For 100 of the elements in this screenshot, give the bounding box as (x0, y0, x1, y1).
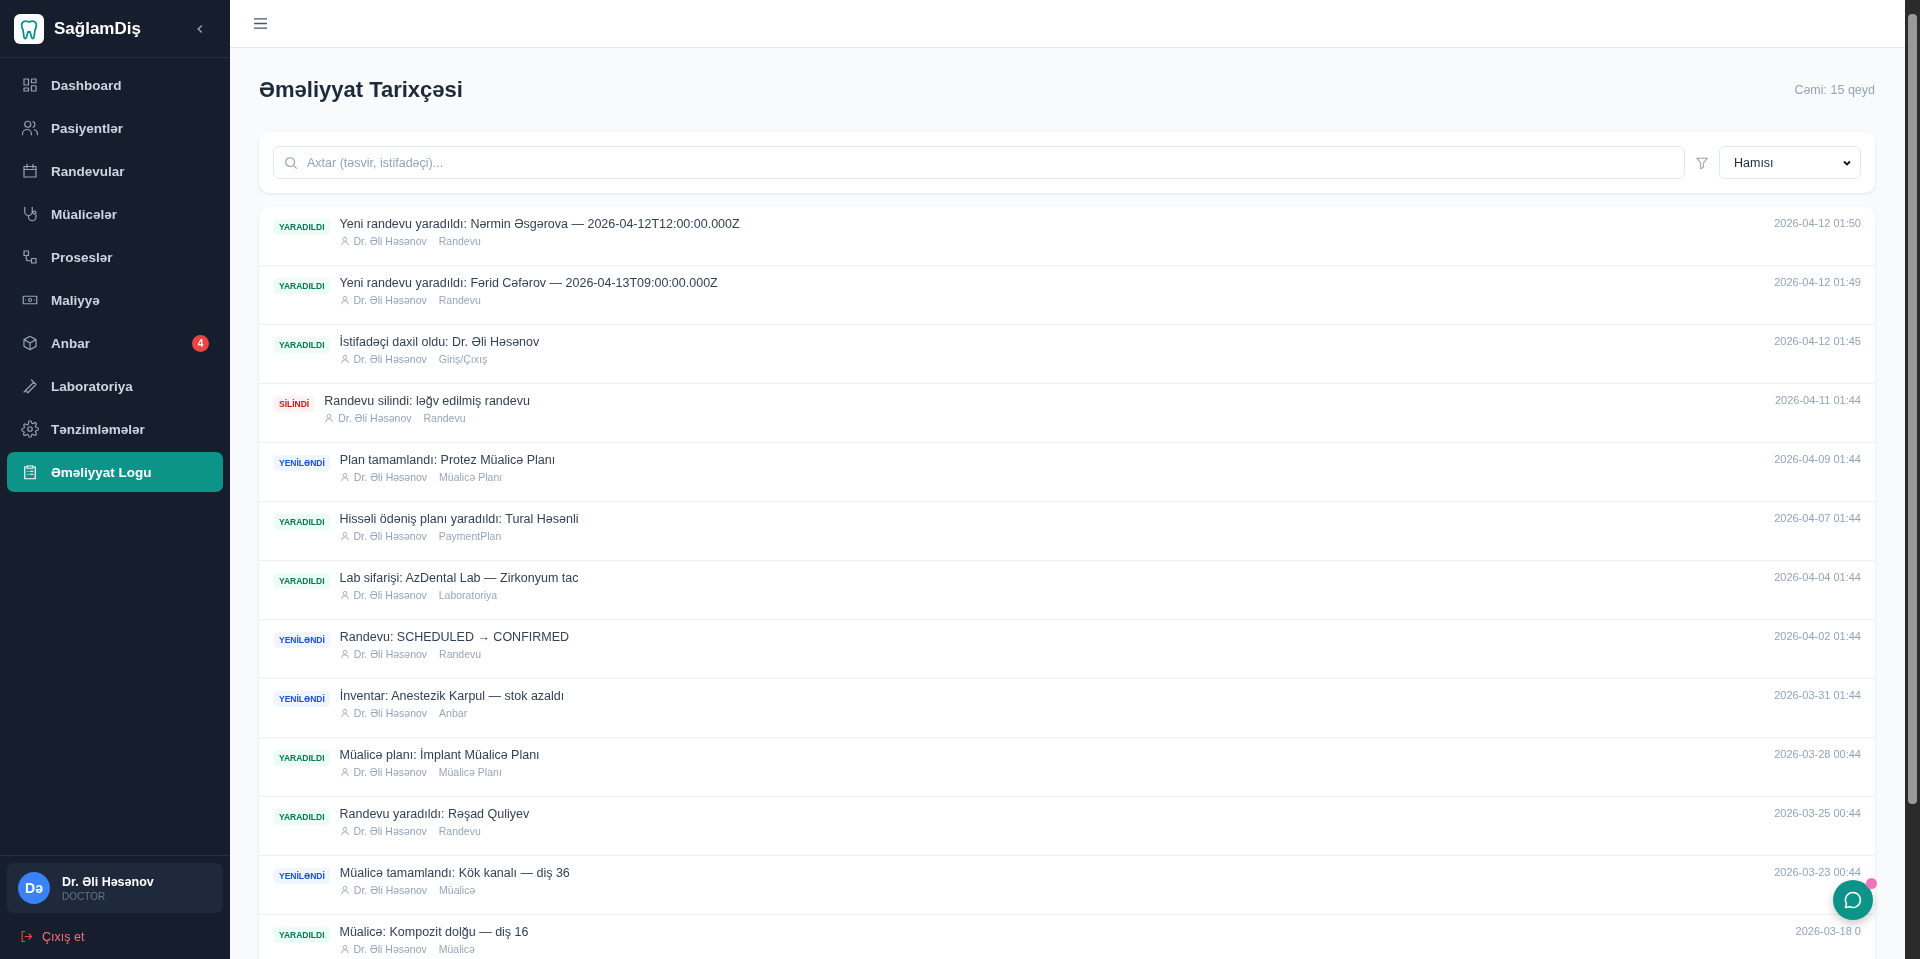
action-badge: YARADILDI (274, 278, 330, 294)
action-badge: YARADILDI (274, 337, 330, 353)
action-badge: YARADILDI (274, 809, 330, 825)
action-badge: YARADILDI (274, 750, 330, 766)
people-icon (21, 119, 39, 137)
log-description: Müalicə tamamlandı: Kök kanalı — diş 36 (339, 866, 571, 880)
nav-item[interactable]: Proseslər (7, 237, 223, 277)
user-icon (339, 590, 350, 600)
log-description: İstifadəçi daxil oldu: Dr. Əli Həsənov (339, 335, 541, 349)
nav-item[interactable]: Pasiyentlər (7, 108, 223, 148)
box-icon (21, 334, 39, 352)
action-badge: YENİLƏNDİ (274, 455, 330, 471)
log-module: Giriş/Çıxış (438, 353, 488, 365)
log-user: Dr. Əli Həsənov (353, 884, 428, 896)
nav-item[interactable]: Dashboard (7, 65, 223, 105)
log-user: Dr. Əli Həsənov (353, 353, 427, 365)
log-user: Dr. Əli Həsənov (353, 707, 428, 719)
log-module: Müalicə (438, 943, 475, 955)
log-timestamp: 2026-03-18 0 (1795, 925, 1861, 937)
user-icon (339, 236, 350, 246)
stethoscope-icon (21, 205, 39, 223)
nav-item[interactable]: Laboratoriya (7, 366, 223, 406)
log-module: Randevu (438, 294, 481, 306)
log-description: Randevu silindi: ləğv edilmiş randevu (324, 394, 531, 408)
user-icon (324, 413, 335, 423)
log-user: Dr. Əli Həsənov (353, 825, 427, 837)
log-timestamp: 2026-03-23 00:44 (1774, 866, 1861, 878)
action-badge: YARADILDI (274, 927, 330, 943)
action-badge: YARADILDI (274, 573, 330, 589)
log-description: Hissəli ödəniş planı yaradıldı: Tural Həsənli (339, 512, 580, 526)
log-timestamp: 2026-04-12 01:45 (1774, 335, 1861, 347)
record-count: Cəmi: 15 qeyd (1794, 83, 1875, 97)
nav-item[interactable]: Randevular (7, 151, 223, 191)
log-timestamp: 2026-04-11 01:44 (1774, 394, 1861, 406)
log-timestamp: 2026-04-07 01:44 (1774, 512, 1861, 524)
action-badge: YARADILDI (274, 219, 330, 235)
log-description: İnventar: Anestezik Karpul — stok azaldı (339, 689, 566, 703)
log-module: Randevu (438, 235, 481, 247)
user-icon (339, 885, 350, 895)
nav-item[interactable]: Tənzimləmələr (7, 409, 223, 449)
chat-bubble-icon (1843, 890, 1863, 910)
nav-item[interactable]: Anbar 4 (7, 323, 223, 363)
log-user: Dr. Əli Həsənov (338, 412, 412, 424)
user-icon (339, 472, 350, 482)
log-module: Randevu (423, 412, 466, 424)
pen-icon (21, 377, 39, 395)
nav-item[interactable]: Əməliyyat Logu (7, 452, 223, 492)
action-badge: SİLİNDİ (274, 396, 315, 412)
calendar-icon (21, 162, 39, 180)
page-title: Əməliyyat Tarixçəsi (259, 77, 463, 103)
log-user: Dr. Əli Həsənov (353, 294, 427, 306)
scrollbar[interactable] (1905, 0, 1920, 959)
log-timestamp: 2026-04-02 01:44 (1774, 630, 1861, 642)
logout-button[interactable]: Çıxış et (7, 913, 223, 952)
log-module: Anbar (439, 707, 468, 719)
user-icon (339, 826, 350, 836)
log-user: Dr. Əli Həsənov (353, 648, 428, 660)
log-description: Yeni randevu yaradıldı: Nərmin Əsgərova — 2026-04-12T12:00:00.000Z (339, 217, 741, 231)
user-icon (339, 295, 350, 305)
search-icon (284, 156, 298, 170)
user-role: DOCTOR (62, 890, 107, 902)
log-user: Dr. Əli Həsənov (353, 589, 427, 601)
gear-icon (21, 420, 39, 438)
menu-icon[interactable] (253, 17, 268, 30)
log-timestamp: 2026-04-12 01:50 (1774, 217, 1861, 229)
log-user: Dr. Əli Həsənov (353, 235, 427, 247)
log-description: Müalicə planı: İmplant Müalicə Planı (339, 748, 541, 762)
log-timestamp: 2026-04-12 01:49 (1774, 276, 1861, 288)
user-icon (339, 767, 350, 777)
action-badge: YENİLƏNDİ (274, 632, 330, 648)
type-filter-dropdown[interactable]: Hamısı (1719, 146, 1861, 179)
log-user: Dr. Əli Həsənov (353, 471, 428, 483)
filter-icon (1695, 155, 1709, 170)
log-module: Randevu (439, 648, 482, 660)
log-description: Plan tamamlandı: Protez Müalicə Planı (339, 453, 557, 467)
log-timestamp: 2026-03-28 00:44 (1774, 748, 1861, 760)
log-module: Müalicə Planı (438, 766, 502, 778)
count-badge: 4 (192, 334, 209, 352)
log-timestamp: 2026-03-25 00:44 (1774, 807, 1861, 819)
action-badge: YARADILDI (274, 514, 330, 530)
log-timestamp: 2026-04-04 01:44 (1774, 571, 1861, 583)
log-description: Müalicə: Kompozit dolğu — diş 16 (339, 925, 530, 939)
action-badge: YENİLƏNDİ (274, 868, 330, 884)
log-module: Müalicə (439, 884, 476, 896)
log-description: Randevu yaradıldı: Rəşad Quliyev (339, 807, 531, 821)
log-user: Dr. Əli Həsənov (353, 943, 427, 955)
user-avatar: Də (18, 872, 50, 904)
nav-item[interactable]: Maliyyə (7, 280, 223, 320)
user-icon (339, 354, 350, 364)
log-module: Randevu (438, 825, 481, 837)
log-description: Randevu: SCHEDULED → CONFIRMED (339, 630, 571, 644)
nav-item[interactable]: Müalicələr (7, 194, 223, 234)
log-user: Dr. Əli Həsənov (353, 766, 427, 778)
search-field[interactable]: Axtar (təsvir, istifadəçi)... (273, 146, 1685, 179)
log-module: Müalicə Planı (439, 471, 503, 483)
log-module: PaymentPlan (438, 530, 502, 542)
app-brand: SağlamDiş (54, 18, 142, 39)
user-icon (339, 531, 350, 541)
log-timestamp: 2026-04-09 01:44 (1774, 453, 1861, 465)
log-module: Laboratoriya (438, 589, 498, 601)
